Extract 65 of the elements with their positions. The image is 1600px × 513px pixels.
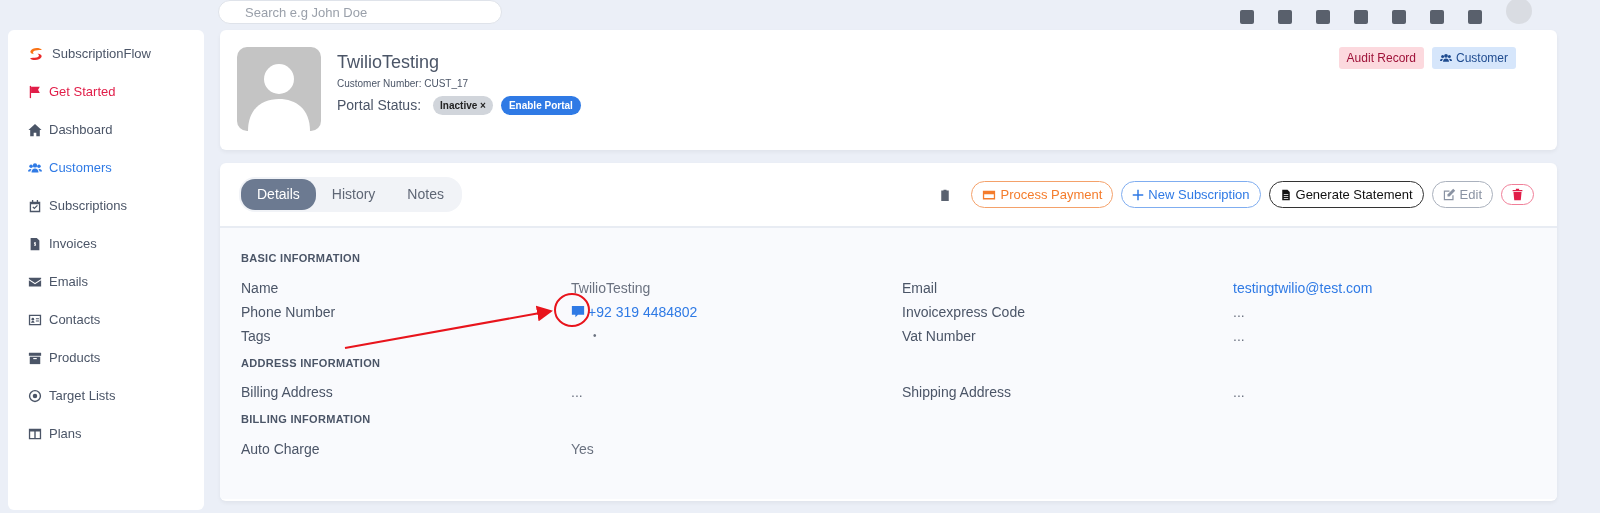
columns-icon	[28, 427, 42, 441]
field-value: ...	[571, 383, 583, 402]
process-payment-button[interactable]: Process Payment	[971, 180, 1114, 209]
field-label: Billing Address	[241, 383, 333, 402]
audit-badge: Audit Record	[1338, 47, 1424, 69]
tab[interactable]: History	[315, 179, 392, 210]
customer-name: TwilioTesting	[337, 51, 441, 74]
sidebar-item[interactable]: Emails	[20, 263, 192, 301]
field-label: Vat Number	[902, 326, 976, 346]
logo-icon	[28, 46, 44, 62]
edit-icon	[1442, 188, 1456, 201]
role-badge: Customer	[1432, 47, 1516, 69]
tab[interactable]: Notes	[391, 179, 460, 210]
sidebar-item[interactable]: Products	[20, 339, 192, 377]
archive-box-icon	[28, 351, 42, 365]
tag-bullet: •	[593, 328, 597, 343]
field-label: Name	[241, 278, 279, 298]
users-icon	[28, 161, 42, 175]
flag-icon	[28, 85, 42, 99]
portal-status-label: Portal Status:	[337, 96, 422, 115]
sidebar-item[interactable]: Customers	[20, 149, 192, 187]
phone-link[interactable]: +92 319 4484802	[588, 300, 698, 323]
field-label: Shipping Address	[902, 383, 1011, 402]
sidebar-item[interactable]: Dashboard	[20, 111, 192, 149]
calendar-check-icon	[28, 199, 42, 213]
users-icon	[1440, 52, 1452, 64]
tab[interactable]: Details	[241, 179, 316, 210]
document-icon	[1279, 188, 1292, 201]
envelope-icon	[28, 275, 42, 289]
section-heading: BILLING INFORMATION	[241, 412, 372, 427]
generate-statement-button[interactable]: Generate Statement	[1268, 180, 1424, 209]
sidebar-item[interactable]: Plans	[20, 415, 192, 453]
field-label: Phone Number	[241, 302, 336, 322]
sidebar-item[interactable]: Invoices	[20, 225, 192, 263]
field-label: Tags	[241, 326, 271, 346]
sidebar-item[interactable]: Contacts	[20, 301, 192, 339]
customer-number: Customer Number: CUST_17	[337, 77, 470, 91]
sidebar-item[interactable]: Get Started	[20, 73, 192, 111]
sidebar-item[interactable]: Subscriptions	[20, 187, 192, 225]
field-label: Auto Charge	[241, 439, 320, 459]
edit-button[interactable]: Edit	[1431, 180, 1493, 209]
field-value: ...	[1233, 383, 1245, 402]
delete-button[interactable]	[1501, 184, 1534, 205]
invoice-icon	[28, 237, 42, 251]
home-icon	[28, 123, 42, 137]
field-value: TwilioTesting	[571, 278, 651, 298]
sidebar-item[interactable]: Target Lists	[20, 377, 192, 415]
enable-portal-button[interactable]: Enable Portal	[500, 96, 581, 115]
trash-icon	[1511, 188, 1524, 201]
field-value: ...	[1233, 302, 1245, 322]
contact-card-icon	[28, 313, 42, 327]
search-field[interactable]: Search e.g John Doe	[218, 0, 502, 24]
target-icon	[28, 389, 42, 403]
field-label: Email	[902, 278, 937, 298]
section-heading: BASIC INFORMATION	[241, 251, 362, 266]
field-value: ...	[1233, 326, 1245, 346]
plus-icon	[1132, 188, 1145, 201]
brand-name: SubscriptionFlow	[52, 45, 151, 64]
section-heading: ADDRESS INFORMATION	[241, 355, 382, 371]
clipboard-icon[interactable]	[939, 188, 952, 201]
new-subscription-button[interactable]: New Subscription	[1121, 180, 1261, 209]
field-value: Yes	[571, 439, 594, 459]
status-badge: Inactive ×	[433, 96, 493, 115]
field-label: Invoicexpress Code	[902, 302, 1025, 322]
email-link[interactable]: testingtwilio@test.com	[1233, 276, 1373, 299]
